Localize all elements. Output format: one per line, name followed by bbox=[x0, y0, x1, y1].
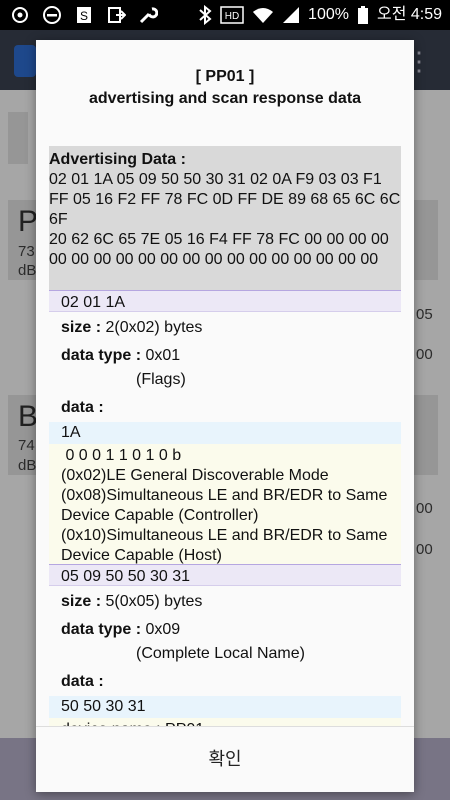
data-type-label: data type : bbox=[61, 621, 142, 638]
advertising-data-label: Advertising Data : bbox=[49, 151, 186, 168]
size-label: size : bbox=[61, 319, 102, 336]
ad-structure-header: 02 01 1A bbox=[49, 290, 401, 312]
data-label: data : bbox=[61, 673, 104, 690]
hd-icon: HD bbox=[220, 6, 244, 24]
device-name: device name : PP01 bbox=[49, 718, 401, 726]
flags-detail: 0 0 0 1 1 0 1 0 b (0x02)LE General Disco… bbox=[49, 444, 401, 564]
data-type-desc: (Flags) bbox=[136, 371, 186, 388]
data-label-row: data : bbox=[49, 670, 401, 694]
status-bar: S HD 100% 오전 4:59 bbox=[0, 0, 450, 30]
advertising-data-block: Advertising Data : 02 01 1A 05 09 50 50 … bbox=[49, 146, 401, 290]
advertising-data-dialog: [ PP01 ] advertising and scan response d… bbox=[36, 40, 414, 792]
data-label: data : bbox=[61, 399, 104, 416]
size-row: size : 5(0x05) bytes bbox=[49, 590, 401, 614]
clock: 오전 4:59 bbox=[376, 6, 442, 23]
wifi-icon bbox=[253, 8, 274, 23]
size-label: size : bbox=[61, 593, 102, 610]
wrench-icon bbox=[139, 7, 158, 24]
ad-structure-header: 05 09 50 50 30 31 bbox=[49, 564, 401, 586]
flag-item: (0x10)Simultaneous LE and BR/EDR to Same… bbox=[61, 527, 388, 564]
signal-icon bbox=[283, 7, 300, 23]
data-type-row: data type : 0x09 bbox=[49, 618, 401, 642]
data-value: 50 50 30 31 bbox=[49, 696, 401, 718]
size-row: size : 2(0x02) bytes bbox=[49, 316, 401, 340]
dialog-scroll-content[interactable]: Advertising Data : 02 01 1A 05 09 50 50 … bbox=[49, 146, 401, 726]
svg-text:HD: HD bbox=[225, 11, 239, 22]
size-value: 5(0x05) bytes bbox=[105, 593, 203, 610]
ad-structure: 05 09 50 50 30 31 size : 5(0x05) bytes d… bbox=[49, 564, 401, 726]
bluetooth-icon bbox=[199, 5, 212, 25]
flag-item: (0x02)LE General Discoverable Mode bbox=[61, 467, 329, 484]
data-label-row: data : bbox=[49, 396, 401, 420]
settings-icon bbox=[12, 7, 28, 23]
dialog-title: [ PP01 ] advertising and scan response d… bbox=[36, 66, 414, 110]
ok-button[interactable]: 확인 bbox=[36, 740, 414, 778]
dialog-divider bbox=[36, 726, 414, 727]
data-type-row: data type : 0x01 bbox=[49, 344, 401, 368]
data-type-value: 0x01 bbox=[145, 347, 181, 364]
exit-icon bbox=[108, 7, 126, 23]
flag-item: (0x08)Simultaneous LE and BR/EDR to Same… bbox=[61, 487, 388, 524]
dialog-title-device: [ PP01 ] bbox=[195, 68, 255, 85]
data-value: 1A bbox=[49, 422, 401, 444]
svg-text:S: S bbox=[80, 9, 88, 23]
flags-bits: 0 0 0 1 1 0 1 0 b bbox=[61, 447, 182, 464]
advertising-data-hex: 02 01 1A 05 09 50 50 30 31 02 0A F9 03 0… bbox=[49, 171, 401, 268]
data-type-value: 0x09 bbox=[145, 621, 181, 638]
ad-structure: 02 01 1A size : 2(0x02) bytes data type … bbox=[49, 290, 401, 564]
sim-icon: S bbox=[77, 7, 91, 23]
data-type-desc: (Complete Local Name) bbox=[136, 645, 305, 662]
block-icon bbox=[43, 6, 61, 24]
battery-percent: 100% bbox=[308, 6, 349, 23]
size-value: 2(0x02) bytes bbox=[105, 319, 203, 336]
battery-icon bbox=[357, 6, 368, 24]
data-type-label: data type : bbox=[61, 347, 142, 364]
dialog-title-subtitle: advertising and scan response data bbox=[88, 90, 362, 107]
